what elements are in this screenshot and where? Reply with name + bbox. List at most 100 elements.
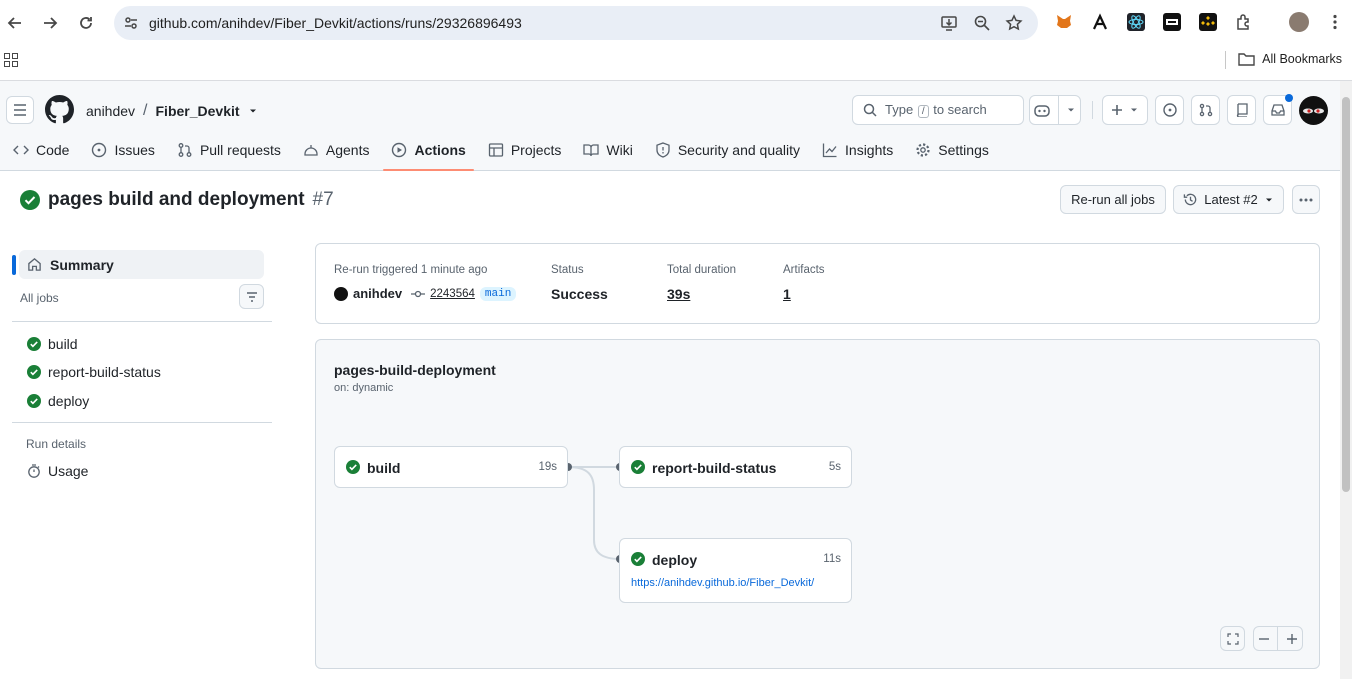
address-bar[interactable]: github.com/anihdev/Fiber_Devkit/actions/… [114,6,1038,40]
more-options-button[interactable] [1292,185,1320,214]
bookmark-star-icon[interactable] [1005,14,1023,32]
tab-code[interactable]: Code [5,139,77,161]
repo-header: anihdev / Fiber_Devkit Type / to search … [0,81,1340,171]
repo-link[interactable]: Fiber_Devkit [156,103,240,119]
sidebar-item-usage[interactable]: Usage [27,463,88,479]
search-input[interactable]: Type / to search [852,95,1024,125]
copilot-button[interactable] [1029,95,1081,125]
repositories-button[interactable] [1227,95,1256,125]
rerun-all-jobs-button[interactable]: Re-run all jobs [1060,185,1166,214]
notification-dot [1285,94,1293,102]
duration-link[interactable]: 39s [667,286,690,302]
page-scrollbar[interactable] [1340,81,1352,679]
search-placeholder: Type / to search [885,102,987,118]
screen-full-icon [1226,632,1239,645]
reload-icon[interactable] [73,10,99,36]
search-icon [863,103,877,117]
react-devtools-extension-icon[interactable] [1127,13,1145,31]
browser-menu-icon[interactable] [1326,13,1344,31]
create-new-button[interactable] [1102,95,1148,125]
user-avatar[interactable] [1299,96,1328,125]
profile-avatar[interactable] [1289,12,1309,32]
zoom-icon[interactable] [973,14,991,32]
folder-icon [1238,53,1255,66]
zoom-in-icon[interactable] [1286,633,1298,645]
zoom-controls [1253,626,1303,651]
binance-extension-icon[interactable] [1199,13,1217,31]
git-commit-icon [411,290,426,297]
plus-icon [1112,105,1122,115]
actor-link[interactable]: anihdev [353,286,402,301]
check-circle-fill-icon [631,552,645,566]
pull-requests-button[interactable] [1191,95,1220,125]
branch-badge[interactable]: main [479,286,517,301]
tab-settings[interactable]: Settings [907,139,997,161]
tab-security[interactable]: Security and quality [647,139,808,161]
agent-icon [304,145,318,156]
site-info-icon[interactable] [122,14,140,32]
repo-icon [1236,103,1248,117]
extension-dark-icon[interactable] [1163,13,1181,31]
repo-dropdown-icon[interactable] [248,106,258,116]
fullscreen-button[interactable] [1220,626,1245,651]
tab-actions[interactable]: Actions [383,139,475,171]
commit-link[interactable]: 2243564 [430,288,475,300]
git-pull-request-icon [178,143,192,157]
owner-link[interactable]: anihdev [86,103,135,119]
tab-agents[interactable]: Agents [295,139,378,161]
sidebar-divider [12,321,272,322]
sidebar-item-build[interactable]: build [27,336,78,352]
github-logo-icon[interactable] [45,95,74,124]
extension-a-icon[interactable] [1091,13,1109,31]
filter-jobs-button[interactable] [239,284,264,309]
sidebar-item-report-build-status[interactable]: report-build-status [27,364,161,380]
tab-issues[interactable]: Issues [83,139,162,161]
check-circle-fill-icon [27,365,41,379]
tab-projects[interactable]: Projects [480,139,570,161]
check-circle-fill-icon [27,337,41,351]
all-bookmarks-button[interactable]: All Bookmarks [1238,52,1342,66]
graph-job-report-build-status[interactable]: report-build-status 5s [619,446,852,488]
graph-job-deploy[interactable]: deploy 11s https://anihdev.github.io/Fib… [619,538,852,603]
scrollbar-thumb[interactable] [1342,97,1350,492]
job-connectors [564,463,624,563]
sidebar-item-deploy[interactable]: deploy [27,393,89,409]
tab-label: Wiki [606,142,633,158]
url-text[interactable]: github.com/anihdev/Fiber_Devkit/actions/… [149,15,522,31]
repo-tabs: Code Issues Pull requests Agents Actions… [0,139,1003,171]
attempt-label: Latest #2 [1204,192,1258,207]
issues-button[interactable] [1155,95,1184,125]
metamask-extension-icon[interactable] [1055,13,1073,31]
tab-wiki[interactable]: Wiki [575,139,640,161]
job-duration: 5s [828,461,841,473]
back-arrow-icon[interactable] [2,10,28,36]
zoom-out-icon[interactable] [1258,633,1270,645]
inbox-icon [1270,104,1285,116]
browser-chrome: github.com/anihdev/Fiber_Devkit/actions/… [0,0,1352,81]
issue-opened-icon [1162,103,1177,117]
install-app-icon[interactable] [940,14,958,32]
hamburger-icon [14,104,26,116]
attempt-dropdown[interactable]: Latest #2 [1173,185,1284,214]
stopwatch-icon [28,464,40,478]
tab-label: Projects [510,142,562,158]
apps-grid-icon[interactable] [4,53,18,67]
header-divider [1092,101,1093,119]
graph-job-build[interactable]: build 19s [334,446,568,488]
extensions-puzzle-icon[interactable] [1235,13,1253,31]
chevron-down-icon[interactable] [1066,105,1076,115]
check-circle-fill-icon [346,460,360,474]
usage-label: Usage [48,463,89,479]
book-icon [583,144,600,157]
sidebar-item-label: Summary [50,256,114,273]
sidebar-item-summary[interactable]: Summary [19,250,264,279]
run-number: #7 [312,189,334,210]
artifacts-link[interactable]: 1 [783,286,791,302]
tab-pull-requests[interactable]: Pull requests [169,139,289,161]
deploy-url-link[interactable]: https://anihdev.github.io/Fiber_Devkit/ [631,577,814,589]
graph-icon [822,143,837,158]
forward-arrow-icon[interactable] [37,10,63,36]
tab-insights[interactable]: Insights [814,139,901,161]
status-value: Success [551,286,608,302]
hamburger-menu-button[interactable] [6,96,34,124]
